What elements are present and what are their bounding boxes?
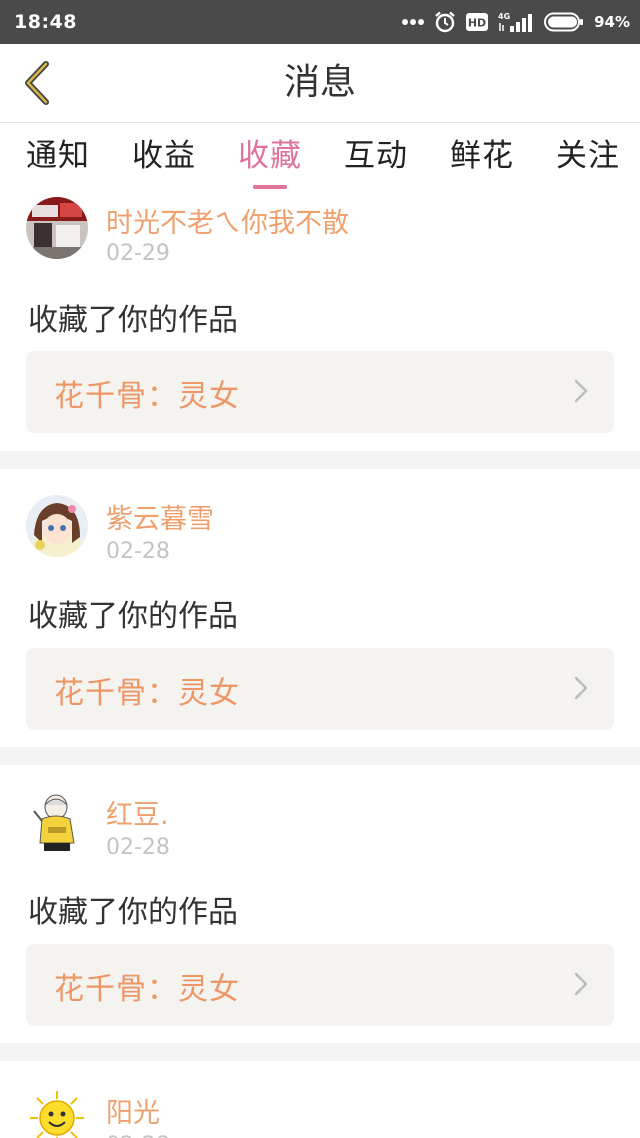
message-date: 02-28 (106, 539, 170, 564)
divider (0, 1043, 640, 1061)
chevron-left-icon (25, 61, 49, 105)
message-item: 紫云暮雪 02-28 收藏了你的作品 花千骨：灵女 (0, 469, 640, 747)
svg-text:HD: HD (468, 17, 486, 30)
tab-flowers[interactable]: 鲜花 (450, 123, 514, 191)
tab-notifications[interactable]: 通知 (26, 123, 90, 191)
status-time: 18:48 (14, 11, 77, 33)
message-item: 阳光 02-28 (0, 1061, 640, 1138)
message-date: 02-28 (106, 835, 170, 860)
username[interactable]: 紫云暮雪 (106, 497, 214, 536)
more-dots-icon (402, 18, 425, 26)
header-bar: 消息 (0, 44, 640, 123)
tab-bar: 通知 收益 收藏 互动 鲜花 关注 (0, 123, 640, 191)
work-link[interactable]: 花千骨：灵女 (26, 351, 614, 433)
message-action: 收藏了你的作品 (28, 599, 238, 634)
message-item: 红豆. 02-28 收藏了你的作品 花千骨：灵女 (0, 765, 640, 1043)
battery-icon (544, 12, 584, 32)
message-date: 02-29 (106, 241, 170, 266)
message-date: 02-28 (106, 1133, 170, 1138)
signal-icon: 4G (498, 11, 534, 33)
tab-following[interactable]: 关注 (556, 123, 620, 191)
page-title: 消息 (283, 62, 356, 103)
work-title: 花千骨：灵女 (54, 972, 240, 1007)
message-action: 收藏了你的作品 (28, 303, 238, 338)
tab-interactions[interactable]: 互动 (344, 123, 408, 191)
alarm-icon (434, 11, 456, 33)
tab-earnings[interactable]: 收益 (132, 123, 196, 191)
avatar[interactable] (26, 197, 88, 259)
back-button[interactable] (8, 54, 64, 112)
chevron-right-icon (574, 972, 588, 996)
divider (0, 747, 640, 765)
avatar[interactable] (26, 1087, 88, 1138)
avatar[interactable] (26, 791, 88, 853)
username[interactable]: 阳光 (106, 1091, 160, 1130)
message-action: 收藏了你的作品 (28, 895, 238, 930)
avatar[interactable] (26, 495, 88, 557)
tab-favorites[interactable]: 收藏 (238, 123, 302, 191)
svg-text:4G: 4G (498, 12, 510, 21)
work-link[interactable]: 花千骨：灵女 (26, 944, 614, 1026)
status-icons: HD 4G 94% (402, 11, 630, 33)
battery-level: 94% (594, 13, 630, 31)
divider (0, 451, 640, 469)
status-bar: 18:48 HD 4G 94% (0, 0, 640, 44)
chevron-right-icon (574, 676, 588, 700)
work-title: 花千骨：灵女 (54, 676, 240, 711)
work-title: 花千骨：灵女 (54, 379, 240, 414)
username[interactable]: 红豆. (106, 793, 169, 832)
message-item: 时光不老ㄟ你我不散 02-29 收藏了你的作品 花千骨：灵女 (0, 191, 640, 453)
work-link[interactable]: 花千骨：灵女 (26, 648, 614, 730)
username[interactable]: 时光不老ㄟ你我不散 (106, 201, 349, 240)
chevron-right-icon (574, 379, 588, 403)
hd-icon: HD (466, 13, 489, 31)
